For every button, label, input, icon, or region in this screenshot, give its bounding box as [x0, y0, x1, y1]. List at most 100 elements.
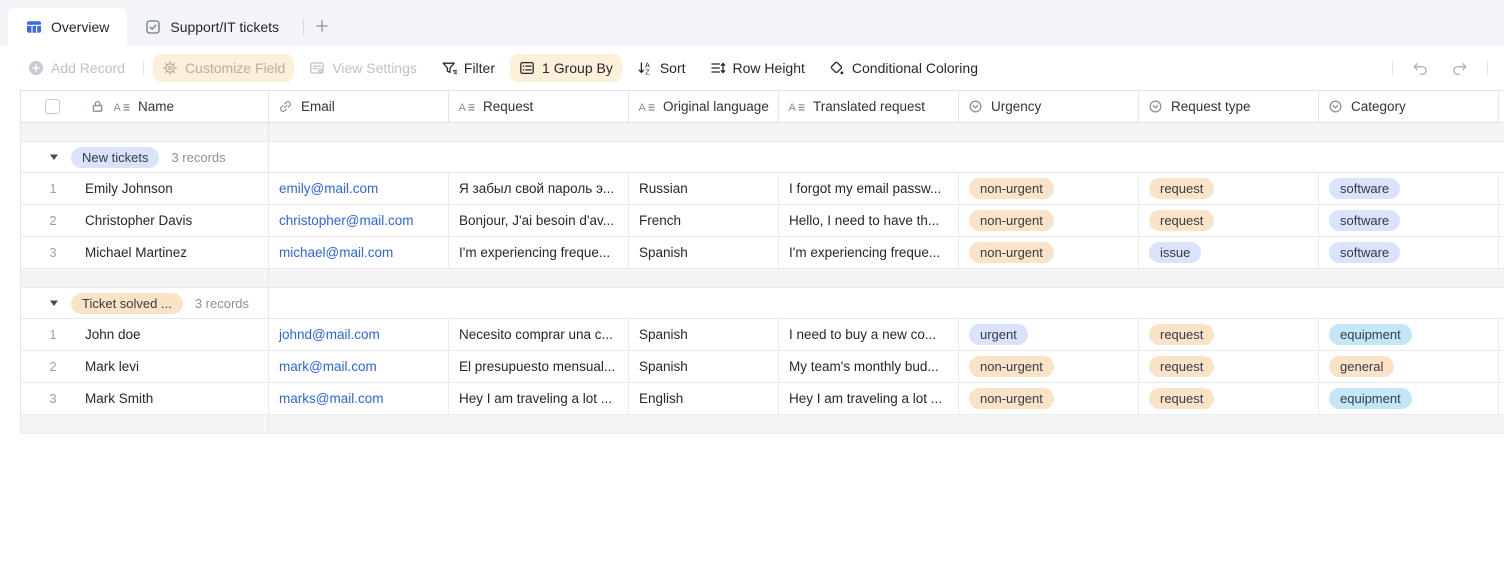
select-field-icon: [968, 99, 983, 114]
group-header[interactable]: Ticket solved ... 3 records: [20, 288, 1504, 319]
request-cell[interactable]: Hey I am traveling a lot ...: [449, 383, 629, 414]
request-cell[interactable]: Я забыл свой пароль э...: [449, 173, 629, 204]
translated-request-cell[interactable]: Hey I am traveling a lot ...: [779, 383, 959, 414]
column-header-request-type[interactable]: Request type: [1139, 91, 1319, 122]
email-cell[interactable]: christopher@mail.com: [269, 205, 449, 236]
column-header-request[interactable]: A Request: [449, 91, 629, 122]
add-table-button[interactable]: [308, 12, 336, 40]
request-type-cell[interactable]: request: [1139, 351, 1319, 382]
category-cell[interactable]: equipment: [1319, 383, 1499, 414]
name-cell[interactable]: 2 Christopher Davis: [21, 205, 269, 236]
gear-icon: [162, 60, 178, 76]
category-cell[interactable]: equipment: [1319, 319, 1499, 350]
text-field-icon: A: [638, 99, 655, 115]
translated-request-cell[interactable]: My team's monthly bud...: [779, 351, 959, 382]
request-cell[interactable]: Bonjour, J'ai besoin d'av...: [449, 205, 629, 236]
category-cell[interactable]: software: [1319, 205, 1499, 236]
name-cell[interactable]: 2 Mark levi: [21, 351, 269, 382]
email-cell[interactable]: mark@mail.com: [269, 351, 449, 382]
original-language-cell[interactable]: Spanish: [629, 237, 779, 268]
urgency-cell[interactable]: non-urgent: [959, 383, 1139, 414]
translated-request-cell[interactable]: I need to buy a new co...: [779, 319, 959, 350]
add-record-button[interactable]: Add Record: [19, 54, 134, 82]
email-cell[interactable]: marks@mail.com: [269, 383, 449, 414]
select-field-icon: [1148, 99, 1163, 114]
original-language-cell[interactable]: Spanish: [629, 351, 779, 382]
customize-field-button[interactable]: Customize Field: [152, 54, 295, 82]
original-language-cell[interactable]: French: [629, 205, 779, 236]
urgency-cell[interactable]: non-urgent: [959, 173, 1139, 204]
email-link[interactable]: marks@mail.com: [279, 391, 383, 406]
collapse-triangle-icon[interactable]: [49, 298, 59, 308]
row-height-button[interactable]: Row Height: [701, 54, 814, 82]
request-type-badge: request: [1149, 210, 1215, 231]
table-row[interactable]: 3 Mark Smith marks@mail.com Hey I am tra…: [20, 383, 1504, 415]
category-badge: equipment: [1329, 388, 1412, 409]
view-settings-button[interactable]: View Settings: [300, 54, 426, 82]
svg-text:A: A: [114, 102, 122, 114]
column-header-row: A Name Email A Request A Original langua…: [20, 90, 1504, 123]
toolbar-divider: [1392, 60, 1393, 76]
email-link[interactable]: michael@mail.com: [279, 245, 393, 260]
email-link[interactable]: johnd@mail.com: [279, 327, 380, 342]
email-cell[interactable]: michael@mail.com: [269, 237, 449, 268]
category-cell[interactable]: software: [1319, 173, 1499, 204]
email-link[interactable]: emily@mail.com: [279, 181, 378, 196]
filter-button[interactable]: Filter: [432, 54, 504, 82]
name-cell[interactable]: 1 Emily Johnson: [21, 173, 269, 204]
table-row[interactable]: 2 Mark levi mark@mail.com El presupuesto…: [20, 351, 1504, 383]
collapse-triangle-icon[interactable]: [49, 152, 59, 162]
table-row[interactable]: 3 Michael Martinez michael@mail.com I'm …: [20, 237, 1504, 269]
table-row[interactable]: 1 John doe johnd@mail.com Necesito compr…: [20, 319, 1504, 351]
name-cell[interactable]: 3 Mark Smith: [21, 383, 269, 414]
translated-request-cell[interactable]: I'm experiencing freque...: [779, 237, 959, 268]
table-row[interactable]: 2 Christopher Davis christopher@mail.com…: [20, 205, 1504, 237]
undo-button[interactable]: [1403, 54, 1436, 83]
column-header-name[interactable]: A Name: [21, 91, 269, 122]
category-badge: software: [1329, 242, 1401, 263]
select-all-checkbox[interactable]: [45, 99, 60, 114]
email-cell[interactable]: johnd@mail.com: [269, 319, 449, 350]
request-cell[interactable]: El presupuesto mensual...: [449, 351, 629, 382]
group-header[interactable]: New tickets 3 records: [20, 142, 1504, 173]
request-cell[interactable]: Necesito comprar una c...: [449, 319, 629, 350]
request-type-cell[interactable]: request: [1139, 319, 1319, 350]
name-cell[interactable]: 3 Michael Martinez: [21, 237, 269, 268]
group-by-icon: [519, 60, 535, 76]
table-row[interactable]: 1 Emily Johnson emily@mail.com Я забыл с…: [20, 173, 1504, 205]
group-by-button[interactable]: 1 Group By: [510, 54, 622, 82]
column-header-translated-request[interactable]: A Urgency Translated request: [779, 91, 959, 122]
tab-overview[interactable]: Overview: [8, 8, 128, 46]
original-language-cell[interactable]: Spanish: [629, 319, 779, 350]
tab-label: Support/IT tickets: [170, 19, 280, 35]
request-cell[interactable]: I'm experiencing freque...: [449, 237, 629, 268]
tab-support-it-tickets[interactable]: Support/IT tickets: [127, 8, 297, 46]
column-header-category[interactable]: Category: [1319, 91, 1499, 122]
column-header-email[interactable]: Email: [269, 91, 449, 122]
category-cell[interactable]: general: [1319, 351, 1499, 382]
email-link[interactable]: christopher@mail.com: [279, 213, 414, 228]
redo-button[interactable]: [1444, 54, 1477, 83]
column-header-original-language[interactable]: A Original language: [629, 91, 779, 122]
email-cell[interactable]: emily@mail.com: [269, 173, 449, 204]
conditional-coloring-button[interactable]: Conditional Coloring: [820, 54, 987, 82]
group-record-count: 3 records: [194, 295, 250, 311]
category-cell[interactable]: software: [1319, 237, 1499, 268]
original-language-cell[interactable]: English: [629, 383, 779, 414]
sort-button[interactable]: AZ Sort: [628, 54, 695, 82]
request-type-cell[interactable]: request: [1139, 383, 1319, 414]
translated-request-cell[interactable]: I forgot my email passw...: [779, 173, 959, 204]
urgency-cell[interactable]: non-urgent: [959, 237, 1139, 268]
translated-request-cell[interactable]: Hello, I need to have th...: [779, 205, 959, 236]
urgency-cell[interactable]: urgent: [959, 319, 1139, 350]
name-cell[interactable]: 1 John doe: [21, 319, 269, 350]
column-label: Request: [483, 99, 534, 114]
urgency-cell[interactable]: non-urgent: [959, 205, 1139, 236]
original-language-cell[interactable]: Russian: [629, 173, 779, 204]
column-header-urgency[interactable]: Urgency: [959, 91, 1139, 122]
request-type-cell[interactable]: request: [1139, 205, 1319, 236]
email-link[interactable]: mark@mail.com: [279, 359, 377, 374]
request-type-cell[interactable]: request: [1139, 173, 1319, 204]
urgency-cell[interactable]: non-urgent: [959, 351, 1139, 382]
request-type-cell[interactable]: issue: [1139, 237, 1319, 268]
